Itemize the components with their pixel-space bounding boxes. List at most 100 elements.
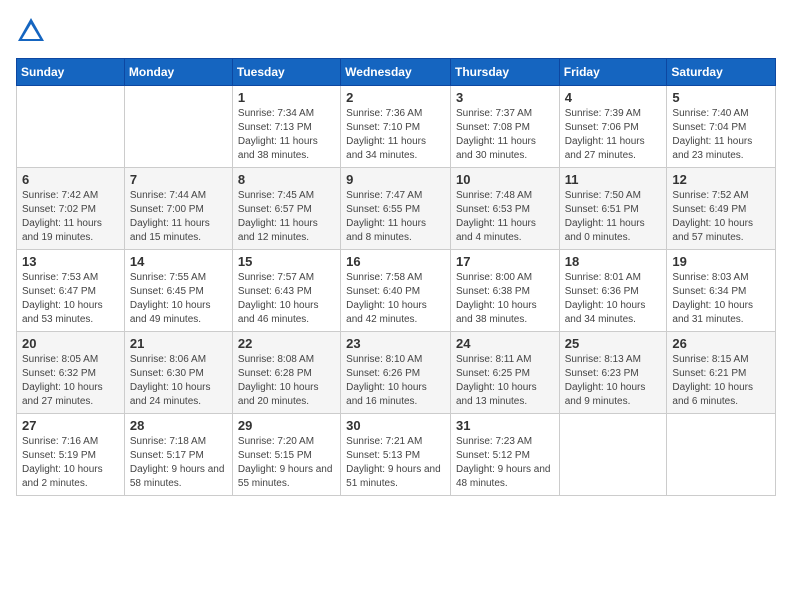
- weekday-header-thursday: Thursday: [450, 59, 559, 86]
- calendar-cell: 12 Sunrise: 7:52 AM Sunset: 6:49 PM Dayli…: [667, 168, 776, 250]
- weekday-header-tuesday: Tuesday: [232, 59, 340, 86]
- logo-icon: [16, 16, 46, 46]
- calendar-cell: 8 Sunrise: 7:45 AM Sunset: 6:57 PM Daylig…: [232, 168, 340, 250]
- day-info: Sunrise: 7:42 AM Sunset: 7:02 PM Dayligh…: [22, 189, 119, 245]
- day-number: 26: [672, 336, 770, 351]
- day-number: 11: [565, 172, 662, 187]
- day-number: 7: [130, 172, 227, 187]
- day-number: 28: [130, 418, 227, 433]
- day-info: Sunrise: 7:16 AM Sunset: 5:19 PM Dayligh…: [22, 435, 119, 491]
- day-info: Sunrise: 7:55 AM Sunset: 6:45 PM Dayligh…: [130, 271, 227, 327]
- day-number: 22: [238, 336, 335, 351]
- day-number: 13: [22, 254, 119, 269]
- day-info: Sunrise: 7:44 AM Sunset: 7:00 PM Dayligh…: [130, 189, 227, 245]
- calendar-cell: 3 Sunrise: 7:37 AM Sunset: 7:08 PM Daylig…: [450, 86, 559, 168]
- day-info: Sunrise: 7:50 AM Sunset: 6:51 PM Dayligh…: [565, 189, 662, 245]
- calendar-cell: 1 Sunrise: 7:34 AM Sunset: 7:13 PM Daylig…: [232, 86, 340, 168]
- day-info: Sunrise: 7:47 AM Sunset: 6:55 PM Dayligh…: [346, 189, 445, 245]
- day-number: 19: [672, 254, 770, 269]
- calendar-cell: 27 Sunrise: 7:16 AM Sunset: 5:19 PM Dayli…: [17, 414, 125, 496]
- calendar-cell: 11 Sunrise: 7:50 AM Sunset: 6:51 PM Dayli…: [559, 168, 667, 250]
- day-info: Sunrise: 7:18 AM Sunset: 5:17 PM Dayligh…: [130, 435, 227, 491]
- day-info: Sunrise: 7:40 AM Sunset: 7:04 PM Dayligh…: [672, 107, 770, 163]
- day-info: Sunrise: 7:45 AM Sunset: 6:57 PM Dayligh…: [238, 189, 335, 245]
- day-number: 9: [346, 172, 445, 187]
- day-info: Sunrise: 7:53 AM Sunset: 6:47 PM Dayligh…: [22, 271, 119, 327]
- calendar-cell: 18Sunrise: 8:01 AM Sunset: 6:36 PM Dayli…: [559, 250, 667, 332]
- calendar-cell: 23Sunrise: 8:10 AM Sunset: 6:26 PM Dayli…: [341, 332, 451, 414]
- calendar-cell: 7 Sunrise: 7:44 AM Sunset: 7:00 PM Daylig…: [124, 168, 232, 250]
- day-number: 31: [456, 418, 554, 433]
- day-number: 25: [565, 336, 662, 351]
- weekday-header-friday: Friday: [559, 59, 667, 86]
- day-number: 12: [672, 172, 770, 187]
- day-info: Sunrise: 7:20 AM Sunset: 5:15 PM Dayligh…: [238, 435, 335, 491]
- calendar-week-row: 13 Sunrise: 7:53 AM Sunset: 6:47 PM Dayli…: [17, 250, 776, 332]
- calendar-cell: 31Sunrise: 7:23 AM Sunset: 5:12 PM Dayli…: [450, 414, 559, 496]
- calendar-cell: 16 Sunrise: 7:58 AM Sunset: 6:40 PM Dayli…: [341, 250, 451, 332]
- day-number: 23: [346, 336, 445, 351]
- calendar-week-row: 27 Sunrise: 7:16 AM Sunset: 5:19 PM Dayli…: [17, 414, 776, 496]
- day-number: 8: [238, 172, 335, 187]
- day-info: Sunrise: 8:06 AM Sunset: 6:30 PM Dayligh…: [130, 353, 227, 409]
- day-number: 14: [130, 254, 227, 269]
- day-number: 20: [22, 336, 119, 351]
- day-number: 16: [346, 254, 445, 269]
- calendar-cell: 30 Sunrise: 7:21 AM Sunset: 5:13 PM Dayli…: [341, 414, 451, 496]
- calendar-cell: [559, 414, 667, 496]
- day-number: 15: [238, 254, 335, 269]
- calendar-cell: 9 Sunrise: 7:47 AM Sunset: 6:55 PM Daylig…: [341, 168, 451, 250]
- calendar-cell: [667, 414, 776, 496]
- day-info: Sunrise: 7:36 AM Sunset: 7:10 PM Dayligh…: [346, 107, 445, 163]
- calendar-cell: 5 Sunrise: 7:40 AM Sunset: 7:04 PM Daylig…: [667, 86, 776, 168]
- logo: [16, 16, 50, 46]
- calendar-cell: 10 Sunrise: 7:48 AM Sunset: 6:53 PM Dayli…: [450, 168, 559, 250]
- day-number: 5: [672, 90, 770, 105]
- day-info: Sunrise: 7:39 AM Sunset: 7:06 PM Dayligh…: [565, 107, 662, 163]
- day-info: Sunrise: 8:08 AM Sunset: 6:28 PM Dayligh…: [238, 353, 335, 409]
- day-number: 30: [346, 418, 445, 433]
- day-number: 10: [456, 172, 554, 187]
- weekday-header-saturday: Saturday: [667, 59, 776, 86]
- calendar-cell: 25 Sunrise: 8:13 AM Sunset: 6:23 PM Dayli…: [559, 332, 667, 414]
- day-info: Sunrise: 7:52 AM Sunset: 6:49 PM Dayligh…: [672, 189, 770, 245]
- calendar-cell: 19Sunrise: 8:03 AM Sunset: 6:34 PM Dayli…: [667, 250, 776, 332]
- day-info: Sunrise: 7:58 AM Sunset: 6:40 PM Dayligh…: [346, 271, 445, 327]
- weekday-header-sunday: Sunday: [17, 59, 125, 86]
- calendar-cell: 24Sunrise: 8:11 AM Sunset: 6:25 PM Dayli…: [450, 332, 559, 414]
- day-number: 18: [565, 254, 662, 269]
- day-info: Sunrise: 8:00 AM Sunset: 6:38 PM Dayligh…: [456, 271, 554, 327]
- calendar-week-row: 6 Sunrise: 7:42 AM Sunset: 7:02 PM Daylig…: [17, 168, 776, 250]
- day-number: 21: [130, 336, 227, 351]
- day-info: Sunrise: 7:37 AM Sunset: 7:08 PM Dayligh…: [456, 107, 554, 163]
- calendar-cell: 22 Sunrise: 8:08 AM Sunset: 6:28 PM Dayli…: [232, 332, 340, 414]
- day-info: Sunrise: 7:34 AM Sunset: 7:13 PM Dayligh…: [238, 107, 335, 163]
- calendar-cell: 2Sunrise: 7:36 AM Sunset: 7:10 PM Daylig…: [341, 86, 451, 168]
- calendar-cell: 21 Sunrise: 8:06 AM Sunset: 6:30 PM Dayli…: [124, 332, 232, 414]
- calendar-cell: [17, 86, 125, 168]
- calendar-table: SundayMondayTuesdayWednesdayThursdayFrid…: [16, 58, 776, 496]
- calendar-cell: 4 Sunrise: 7:39 AM Sunset: 7:06 PM Daylig…: [559, 86, 667, 168]
- calendar-cell: 28 Sunrise: 7:18 AM Sunset: 5:17 PM Dayli…: [124, 414, 232, 496]
- page-header: [16, 16, 776, 46]
- calendar-cell: 26 Sunrise: 8:15 AM Sunset: 6:21 PM Dayli…: [667, 332, 776, 414]
- day-number: 27: [22, 418, 119, 433]
- calendar-week-row: 1 Sunrise: 7:34 AM Sunset: 7:13 PM Daylig…: [17, 86, 776, 168]
- day-info: Sunrise: 7:48 AM Sunset: 6:53 PM Dayligh…: [456, 189, 554, 245]
- day-number: 1: [238, 90, 335, 105]
- calendar-header-row: SundayMondayTuesdayWednesdayThursdayFrid…: [17, 59, 776, 86]
- weekday-header-wednesday: Wednesday: [341, 59, 451, 86]
- day-number: 6: [22, 172, 119, 187]
- day-info: Sunrise: 7:21 AM Sunset: 5:13 PM Dayligh…: [346, 435, 445, 491]
- calendar-cell: 29 Sunrise: 7:20 AM Sunset: 5:15 PM Dayli…: [232, 414, 340, 496]
- weekday-header-monday: Monday: [124, 59, 232, 86]
- calendar-week-row: 20Sunrise: 8:05 AM Sunset: 6:32 PM Dayli…: [17, 332, 776, 414]
- day-info: Sunrise: 8:13 AM Sunset: 6:23 PM Dayligh…: [565, 353, 662, 409]
- day-number: 24: [456, 336, 554, 351]
- day-info: Sunrise: 7:57 AM Sunset: 6:43 PM Dayligh…: [238, 271, 335, 327]
- day-number: 29: [238, 418, 335, 433]
- calendar-cell: 20Sunrise: 8:05 AM Sunset: 6:32 PM Dayli…: [17, 332, 125, 414]
- day-number: 3: [456, 90, 554, 105]
- day-number: 4: [565, 90, 662, 105]
- day-info: Sunrise: 8:15 AM Sunset: 6:21 PM Dayligh…: [672, 353, 770, 409]
